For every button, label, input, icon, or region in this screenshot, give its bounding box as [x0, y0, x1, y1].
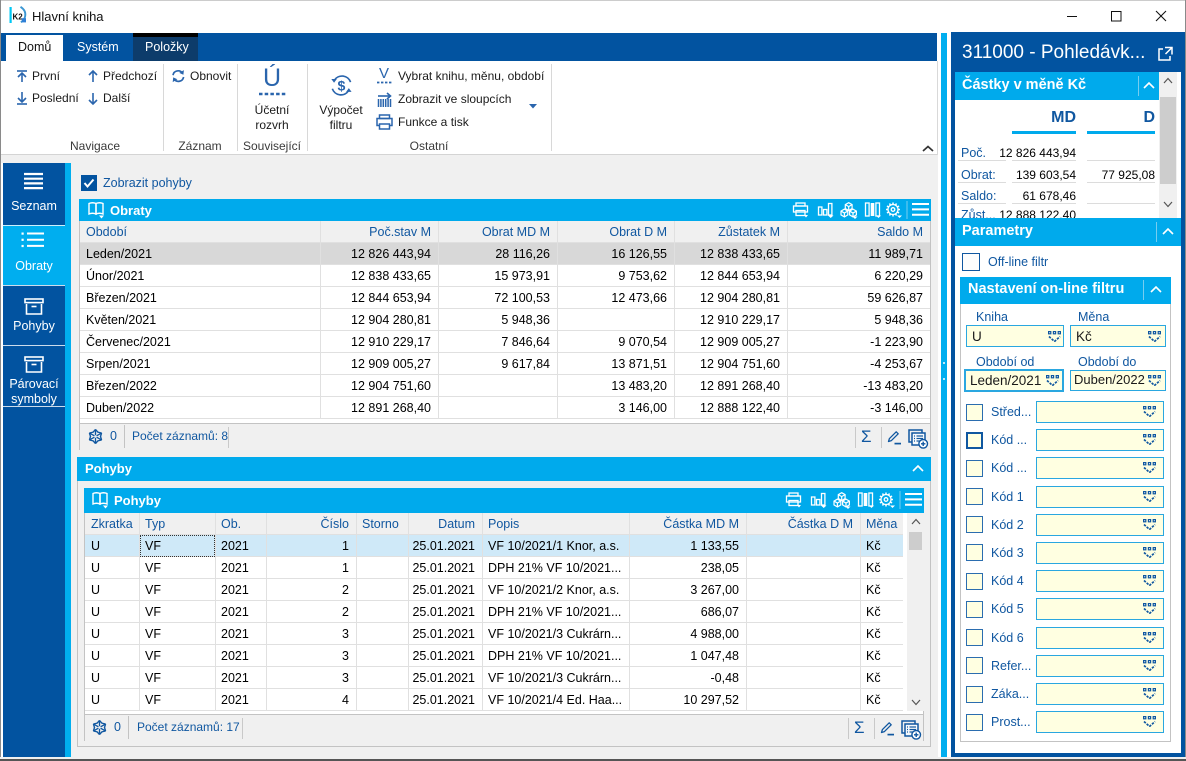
- svg-text:$: $: [338, 77, 346, 93]
- svg-text:K2: K2: [13, 13, 24, 22]
